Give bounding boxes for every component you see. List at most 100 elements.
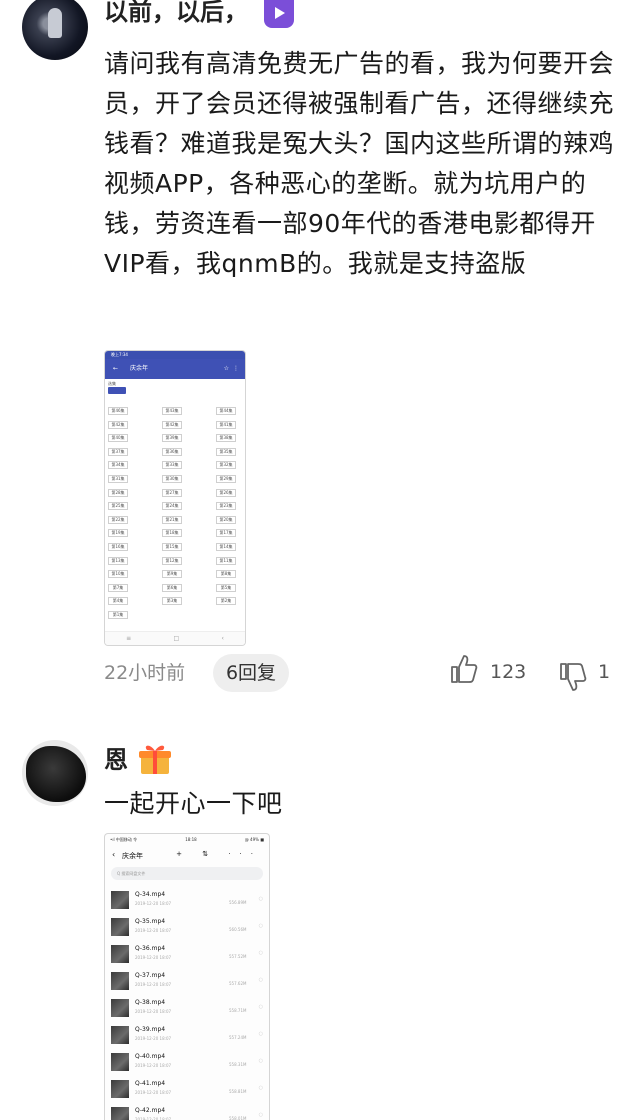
- file-date: 2019-12-20 18:07: [135, 1063, 172, 1068]
- thumbs-down-icon[interactable]: [559, 662, 587, 692]
- battery-text: @ 49% ■: [244, 837, 264, 842]
- select-circle-icon: ○: [258, 1004, 263, 1010]
- episode-chip: 第13集: [108, 556, 128, 565]
- episode-chip: 第21集: [162, 515, 182, 524]
- file-name: Q-39.mp4: [135, 1026, 166, 1033]
- select-circle-icon: ○: [258, 950, 263, 956]
- username[interactable]: 恩: [104, 740, 128, 775]
- episode-chip: 第14集: [216, 542, 236, 551]
- episode-chip: 第11集: [216, 556, 236, 565]
- episode-chip: 第29集: [216, 474, 236, 483]
- file-date: 2019-12-20 18:07: [135, 1036, 172, 1041]
- episode-chip: 第19集: [108, 529, 128, 538]
- clock-text: 18:18: [185, 837, 197, 842]
- episode-chip: 第17集: [216, 529, 236, 538]
- file-name: Q-35.mp4: [135, 918, 166, 925]
- app-bar: ← 庆余年 ☆ ⋮: [105, 359, 245, 379]
- list-item: Q-34.mp4 2019-12-20 18:07 556.89M ○: [111, 888, 265, 915]
- file-date: 2019-12-20 18:07: [135, 1009, 172, 1014]
- episode-chip: 第43集: [162, 407, 182, 415]
- video-thumbnail: [111, 1053, 129, 1071]
- back-arrow-icon: ‹: [112, 850, 116, 859]
- video-thumbnail: [111, 1026, 129, 1044]
- episode-chip: 第36集: [162, 447, 182, 456]
- status-bar: •ıl 中国移动 令 18:18 @ 49% ■: [105, 834, 269, 846]
- avatar[interactable]: [22, 0, 88, 60]
- file-size: 557.62M: [229, 981, 247, 986]
- select-circle-icon: ○: [258, 1085, 263, 1091]
- episode-chip: 第23集: [216, 502, 236, 511]
- file-name: Q-38.mp4: [135, 999, 166, 1006]
- back-arrow-icon: ←: [113, 365, 119, 372]
- episode-chip: 第1集: [108, 610, 128, 619]
- file-date: 2019-12-20 18:07: [135, 955, 172, 960]
- episode-chip: 第38集: [216, 434, 236, 443]
- file-name: Q-42.mp4: [135, 1107, 166, 1114]
- episode-chip: 第12集: [162, 556, 182, 565]
- video-thumbnail: [111, 1107, 129, 1120]
- episode-chip: 第6集: [162, 583, 182, 592]
- episode-chip: 第42集: [108, 420, 128, 429]
- comment-text: 请问我有高清免费无广告的看，我为何要开会员，开了会员还得被强制看广告，还得继续充…: [104, 49, 615, 278]
- gift-icon: [139, 745, 171, 774]
- file-date: 2019-12-20 18:07: [135, 901, 172, 906]
- list-item: Q-38.mp4 2019-12-20 18:07 558.71M ○: [111, 996, 265, 1023]
- comment-text: 一起开心一下吧: [104, 789, 283, 818]
- file-size: 558.71M: [229, 1008, 247, 1013]
- episode-chip: 第20集: [216, 515, 236, 524]
- system-nav-bar: ≡ □ ‹: [105, 631, 245, 645]
- episode-chip: 第16集: [108, 542, 128, 551]
- episode-chip: 第46集: [108, 407, 128, 415]
- avatar[interactable]: [22, 740, 88, 806]
- timestamp: 22小时前: [104, 662, 186, 684]
- select-circle-icon: ○: [258, 1058, 263, 1064]
- select-circle-icon: ○: [258, 896, 263, 902]
- screen-header: ‹ 庆余年 + ⇅ ···: [105, 846, 269, 866]
- thumbs-up-icon[interactable]: [450, 654, 478, 684]
- episode-chip: 第15集: [162, 542, 182, 551]
- video-thumbnail: [111, 945, 129, 963]
- episode-grid: 第46集 第43集 第44集 第42集 第42集 第41集 第40集 第39集 第38集 第37集…: [108, 407, 244, 619]
- episode-chip: 第26集: [216, 488, 236, 497]
- list-item: Q-39.mp4 2019-12-20 18:07 557.24M ○: [111, 1023, 265, 1050]
- video-thumbnail: [111, 918, 129, 936]
- file-size: 557.24M: [229, 1035, 247, 1040]
- select-circle-icon: ○: [258, 1031, 263, 1037]
- episode-chip: 第32集: [216, 461, 236, 470]
- episode-chip: 第34集: [108, 461, 128, 470]
- select-circle-icon: ○: [258, 977, 263, 983]
- file-date: 2019-12-20 18:07: [135, 928, 172, 933]
- video-thumbnail: [111, 999, 129, 1017]
- episode-chip: 第18集: [162, 529, 182, 538]
- episode-chip: 第8集: [216, 570, 236, 579]
- search-field: Q 搜索网盘文件: [111, 867, 263, 880]
- episode-chip: 第37集: [108, 447, 128, 456]
- attached-screenshot[interactable]: •ıl 中国移动 令 18:18 @ 49% ■ ‹ 庆余年 + ⇅ ··· Q…: [104, 833, 270, 1120]
- select-circle-icon: ○: [258, 923, 263, 929]
- home-nav-icon: □: [173, 635, 180, 642]
- reply-button[interactable]: 6回复: [213, 654, 289, 692]
- username[interactable]: 以前，以后，: [104, 0, 248, 27]
- attached-screenshot[interactable]: 晚上7:34 ← 庆余年 ☆ ⋮ 选集 第46集 第43集 第44集 第42集 第42集…: [104, 350, 246, 646]
- video-thumbnail: [111, 1080, 129, 1098]
- video-thumbnail: [111, 972, 129, 990]
- header-actions: + ⇅ ···: [176, 850, 262, 858]
- file-size: 558.01M: [229, 1116, 247, 1120]
- file-size: 558.31M: [229, 1062, 247, 1067]
- file-list: Q-34.mp4 2019-12-20 18:07 556.89M ○ Q-35.mp4…: [111, 888, 265, 1120]
- select-circle-icon: ○: [258, 1112, 263, 1118]
- screen-title: 庆余年: [122, 852, 143, 860]
- file-size: 556.89M: [229, 900, 247, 905]
- episode-chip: 第10集: [108, 570, 128, 579]
- list-item: Q-42.mp4 2019-12-20 18:07 558.01M ○: [111, 1104, 265, 1120]
- episode-chip: 第3集: [162, 597, 182, 606]
- episode-chip: 第44集: [216, 407, 236, 415]
- episode-chip: 第35集: [216, 447, 236, 456]
- episode-chip: 第33集: [162, 461, 182, 470]
- file-size: 560.56M: [229, 927, 247, 932]
- episode-chip: 第25集: [108, 502, 128, 511]
- episode-chip: 第22集: [108, 515, 128, 524]
- more-icon: ⋮: [233, 365, 239, 372]
- search-placeholder: 搜索网盘文件: [121, 871, 146, 876]
- section-label: 选集: [108, 381, 116, 386]
